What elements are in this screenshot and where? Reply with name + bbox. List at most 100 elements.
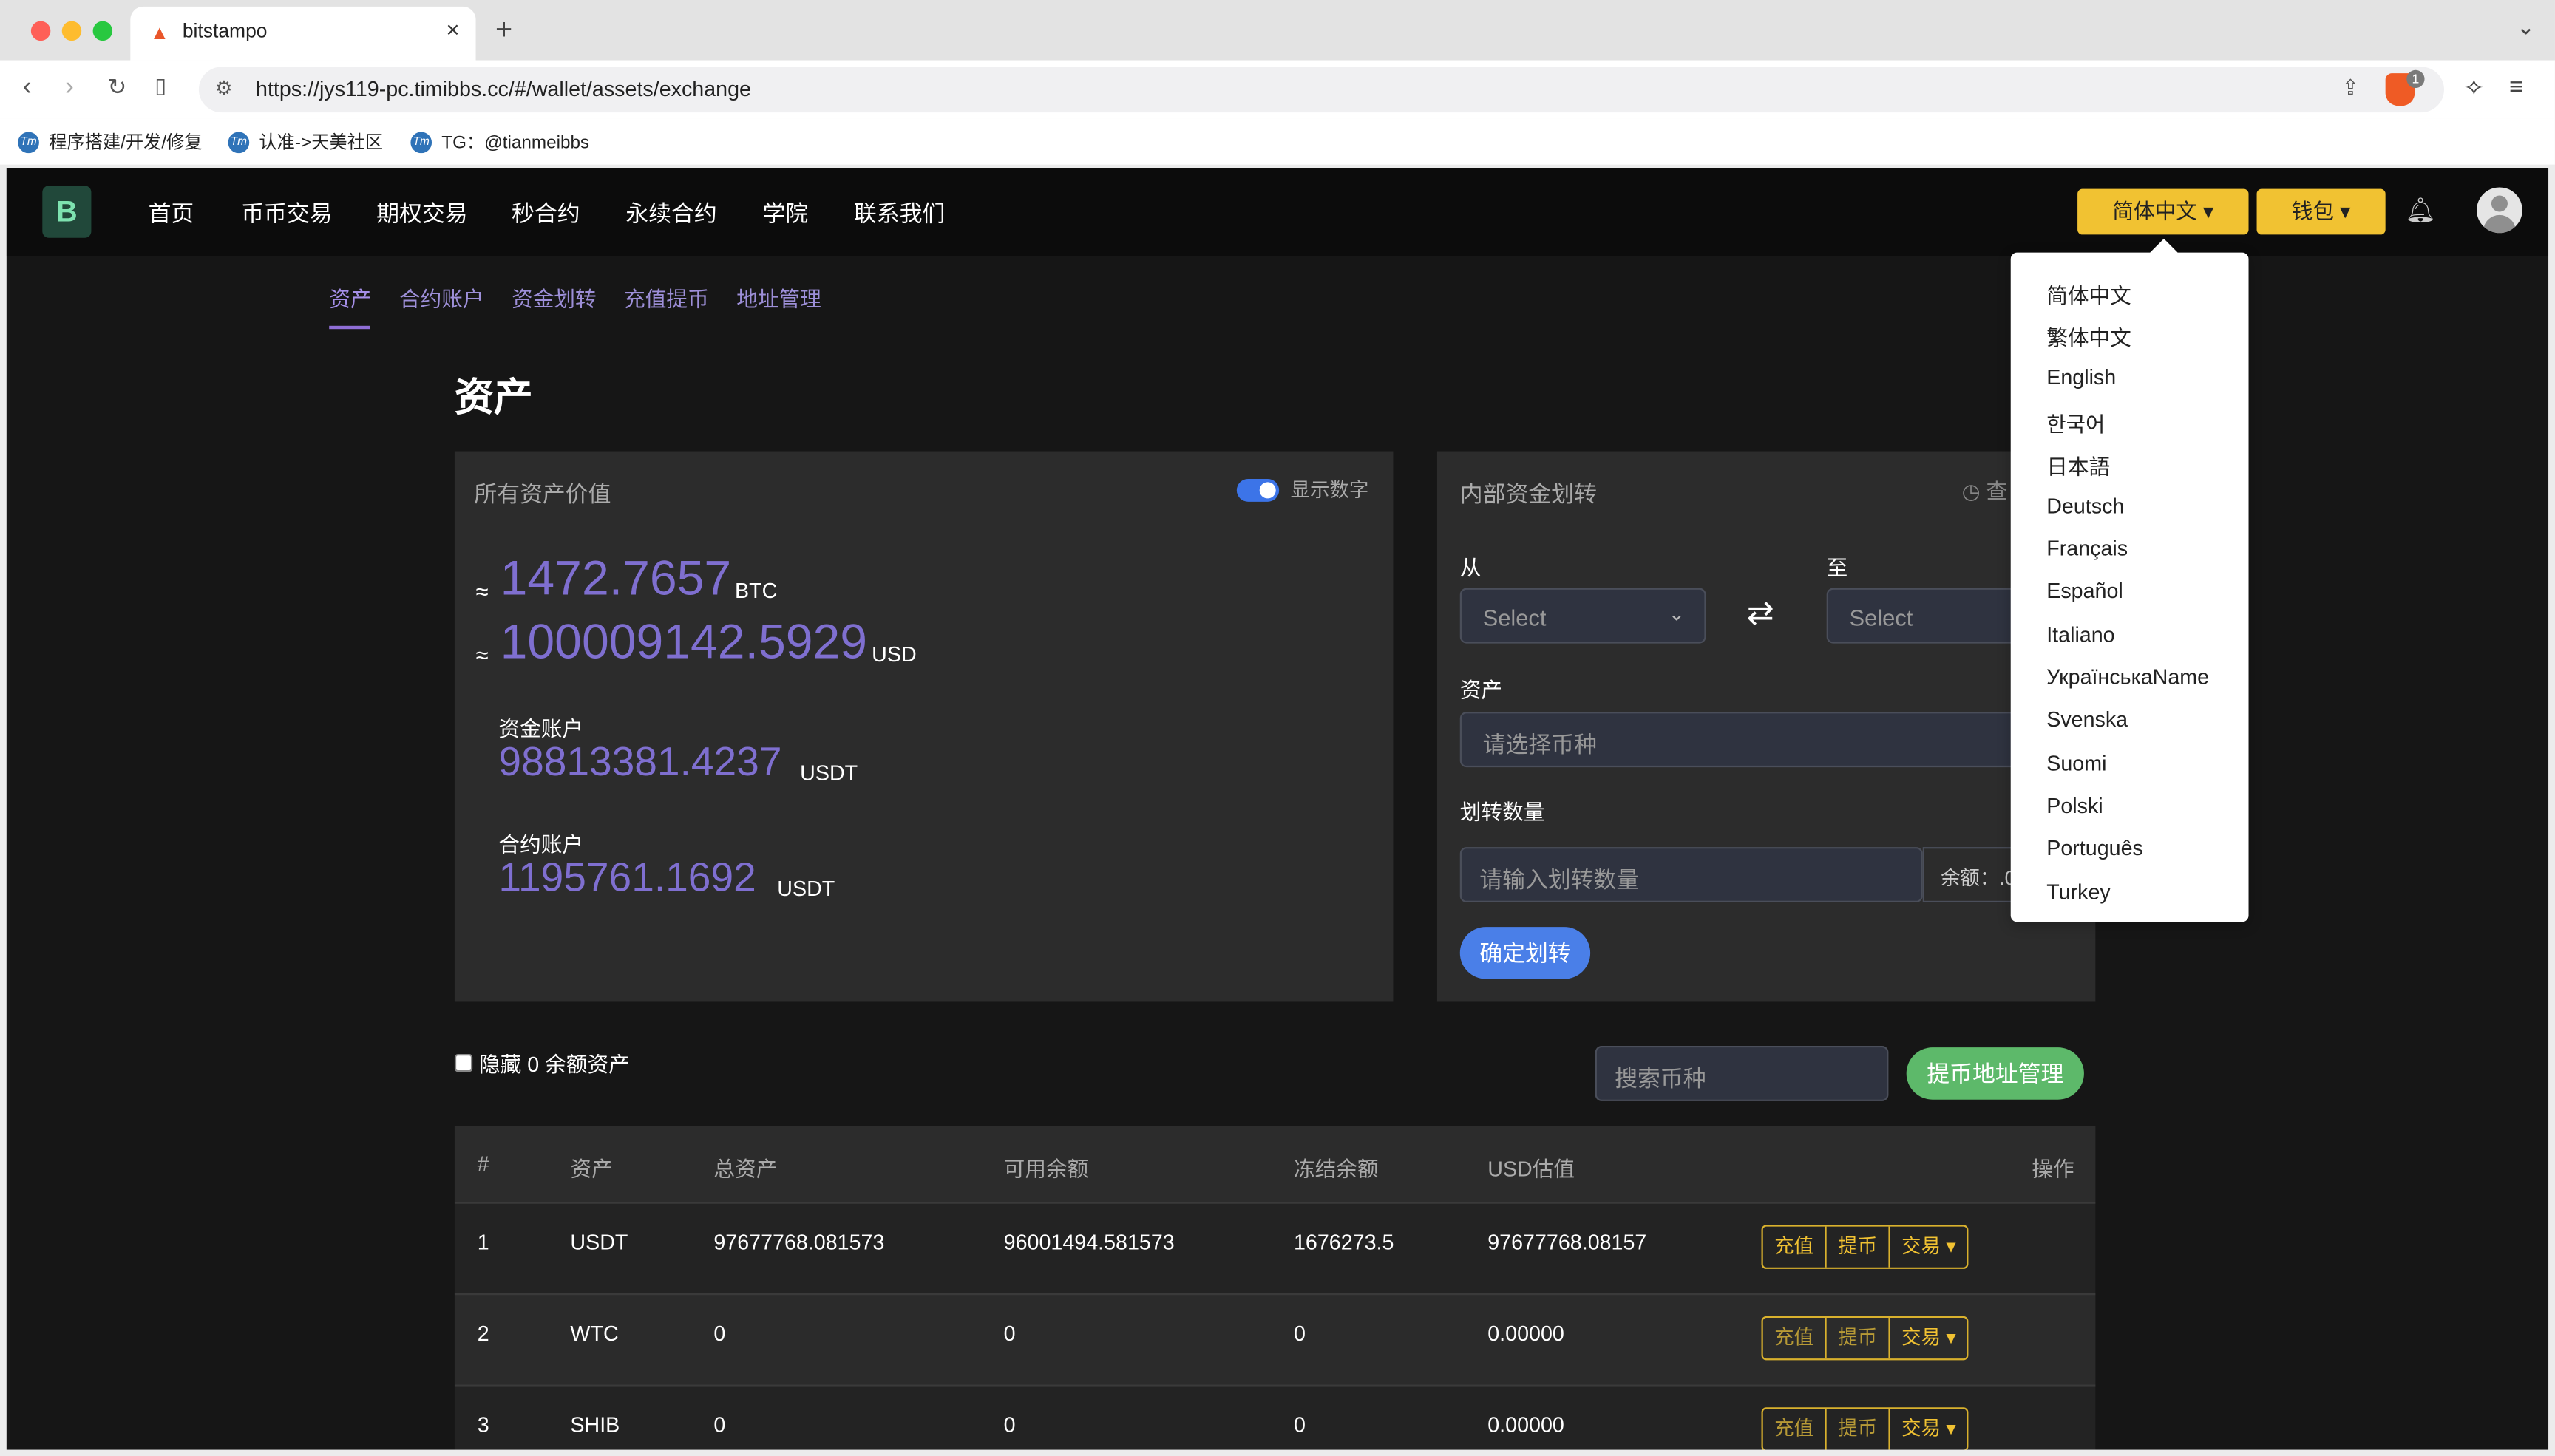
nav-perpetual-contract[interactable]: 永续合约 <box>625 197 716 230</box>
page-title: 资产 <box>454 376 533 421</box>
tab-list-chevron-icon[interactable]: ⌄ <box>2517 13 2536 41</box>
language-dropdown-button[interactable]: 简体中文 ▾ <box>2077 188 2249 235</box>
back-icon[interactable]: ‹ <box>23 73 32 103</box>
avatar[interactable] <box>2477 187 2522 234</box>
row-actions: 充值 提币 交易 ▾ <box>1761 1316 1969 1361</box>
bookmark-favicon-icon: Tm <box>410 131 432 153</box>
caret-down-icon: ▾ <box>2334 198 2351 223</box>
subnav-contract-account[interactable]: 合约账户 <box>399 282 484 313</box>
site-settings-icon[interactable]: ⚙ <box>215 77 233 100</box>
withdraw-button[interactable]: 提币 <box>1827 1318 1890 1359</box>
usd-total-value: 100009142.5929 <box>500 616 868 670</box>
hide-zero-checkbox[interactable] <box>454 1053 473 1072</box>
table-header: # 资产 总资产 可用余额 冻结余额 USD估值 操作 <box>454 1125 2096 1202</box>
fund-account-unit: USDT <box>800 761 858 786</box>
subnav-deposit-withdraw[interactable]: 充值提币 <box>624 282 709 313</box>
from-account-select[interactable]: Select ⌄ <box>1459 588 1706 644</box>
web-page: B 首页 币币交易 期权交易 秒合约 永续合约 学院 联系我们 简体中文 ▾ 钱… <box>6 168 2549 1450</box>
browser-menu-icon[interactable]: ≡ <box>2509 73 2523 101</box>
trade-dropdown-button[interactable]: 交易 ▾ <box>1890 1318 1967 1358</box>
nav-contact-us[interactable]: 联系我们 <box>854 197 945 230</box>
subnav-fund-transfer[interactable]: 资金划转 <box>512 282 597 313</box>
deposit-button[interactable]: 充值 <box>1763 1318 1827 1359</box>
close-tab-icon[interactable]: × <box>446 16 459 42</box>
share-icon[interactable]: ⇪ <box>2341 75 2359 101</box>
subnav-address-management[interactable]: 地址管理 <box>736 282 821 313</box>
withdraw-address-management-button[interactable]: 提币地址管理 <box>1906 1047 2084 1100</box>
card-title: 所有资产价值 <box>474 480 611 507</box>
reload-icon[interactable]: ↻ <box>107 73 126 101</box>
language-option[interactable]: 日本語 <box>2046 449 2110 480</box>
bookmark-item[interactable]: Tm TG：@tianmeibbs <box>410 129 589 154</box>
table-row: 3 SHIB 0 0 0 0.00000 充值 提币 交易 ▾ <box>454 1384 2096 1450</box>
active-tab-indicator <box>329 325 370 330</box>
language-option[interactable]: 繁体中文 <box>2046 321 2131 352</box>
language-option[interactable]: Turkey <box>2046 880 2111 904</box>
site-favicon-icon: ▲ <box>149 21 169 44</box>
from-label: 从 <box>1459 555 1482 580</box>
browser-tab-bar: ▲ bitstampo × + ⌄ <box>0 0 2555 61</box>
ai-sparkle-icon[interactable]: ✧ <box>2463 73 2484 102</box>
screen: ▲ bitstampo × + ⌄ ‹ › ↻ ▯ ⚙ https://jys1… <box>0 0 2555 1456</box>
nav-second-contract[interactable]: 秒合约 <box>512 197 580 230</box>
withdraw-button[interactable]: 提币 <box>1827 1409 1890 1450</box>
browser-tab[interactable]: ▲ bitstampo × <box>130 6 476 61</box>
bookmark-item[interactable]: Tm 程序搭建/开发/修复 <box>18 129 203 154</box>
language-option[interactable]: Italiano <box>2046 622 2114 647</box>
internal-transfer-card: 内部资金划转 ◷ 查 从 至 Select ⌄ ⇄ Select 资产 请选择币… <box>1436 451 2120 1002</box>
trade-dropdown-button[interactable]: 交易 ▾ <box>1890 1227 1967 1268</box>
hide-zero-balance[interactable]: 隐藏 0 余额资产 <box>454 1047 630 1078</box>
bookmark-item[interactable]: Tm 认准->天美社区 <box>228 129 383 154</box>
shield-count-badge: 1 <box>2406 69 2425 89</box>
language-option[interactable]: Polski <box>2046 793 2103 817</box>
transfer-amount-input[interactable]: 请输入划转数量 <box>1459 847 1923 903</box>
language-option[interactable]: Deutsch <box>2046 494 2124 518</box>
minimize-window-button[interactable] <box>61 21 82 41</box>
deposit-button[interactable]: 充值 <box>1763 1226 1827 1268</box>
tab-title: bitstampo <box>182 19 268 43</box>
nav-options-trading[interactable]: 期权交易 <box>376 197 467 230</box>
language-option[interactable]: УкраїнськаName <box>2046 664 2209 689</box>
nav-academy[interactable]: 学院 <box>762 197 808 230</box>
toggle-label: 显示数字 <box>1290 478 1369 502</box>
site-logo[interactable]: B <box>42 186 92 238</box>
url-text[interactable]: https://jys119-pc.timibbs.cc/#/wallet/as… <box>256 77 751 101</box>
browser-toolbar: ‹ › ↻ ▯ ⚙ https://jys119-pc.timibbs.cc/#… <box>0 60 2555 119</box>
language-option[interactable]: English <box>2046 365 2116 389</box>
address-bar[interactable]: ⚙ https://jys119-pc.timibbs.cc/#/wallet/… <box>198 67 2445 113</box>
close-window-button[interactable] <box>30 21 51 41</box>
subnav-assets[interactable]: 资产 <box>329 282 371 313</box>
approx-symbol: ≈ <box>475 578 489 605</box>
language-option[interactable]: 简体中文 <box>2046 279 2131 310</box>
search-coin-input[interactable]: 搜索币种 <box>1595 1045 1889 1101</box>
language-option[interactable]: Svenska <box>2046 707 2128 732</box>
new-tab-icon[interactable]: + <box>495 13 512 47</box>
show-numbers-toggle[interactable] <box>1236 478 1280 502</box>
asset-label: 资产 <box>1459 677 1503 702</box>
confirm-transfer-button[interactable]: 确定划转 <box>1459 927 1591 979</box>
forward-icon[interactable]: › <box>65 73 74 103</box>
withdraw-button[interactable]: 提币 <box>1827 1226 1890 1268</box>
bell-icon[interactable]: 🔔︎ <box>2405 195 2436 225</box>
chevron-down-icon: ⌄ <box>1668 602 1685 626</box>
language-option[interactable]: 한국어 <box>2046 407 2105 438</box>
language-option[interactable]: Español <box>2046 578 2123 602</box>
swap-arrows-icon[interactable]: ⇄ <box>1747 593 1774 633</box>
deposit-button[interactable]: 充值 <box>1763 1409 1827 1450</box>
contract-account-label: 合约账户 <box>498 832 584 857</box>
contract-account-unit: USDT <box>777 876 835 901</box>
language-option[interactable]: Português <box>2046 836 2143 860</box>
trade-dropdown-button[interactable]: 交易 ▾ <box>1890 1409 1967 1449</box>
table-row: 1 USDT 97677768.081573 96001494.581573 1… <box>454 1202 2096 1293</box>
total-assets-card: 所有资产价值 显示数字 ≈ 1472.7657 BTC ≈ 100009142.… <box>454 451 1394 1002</box>
maximize-window-button[interactable] <box>92 21 113 41</box>
bookmark-icon[interactable]: ▯ <box>155 73 166 99</box>
amount-label: 划转数量 <box>1459 800 1545 825</box>
row-actions: 充值 提币 交易 ▾ <box>1761 1407 1969 1450</box>
wallet-dropdown-button[interactable]: 钱包 ▾ <box>2256 188 2386 235</box>
nav-spot-trading[interactable]: 币币交易 <box>241 197 332 230</box>
history-clock-icon[interactable]: ◷ 查 <box>1962 474 2008 505</box>
language-option[interactable]: Français <box>2046 536 2128 560</box>
language-option[interactable]: Suomi <box>2046 751 2106 775</box>
nav-home[interactable]: 首页 <box>149 197 194 230</box>
